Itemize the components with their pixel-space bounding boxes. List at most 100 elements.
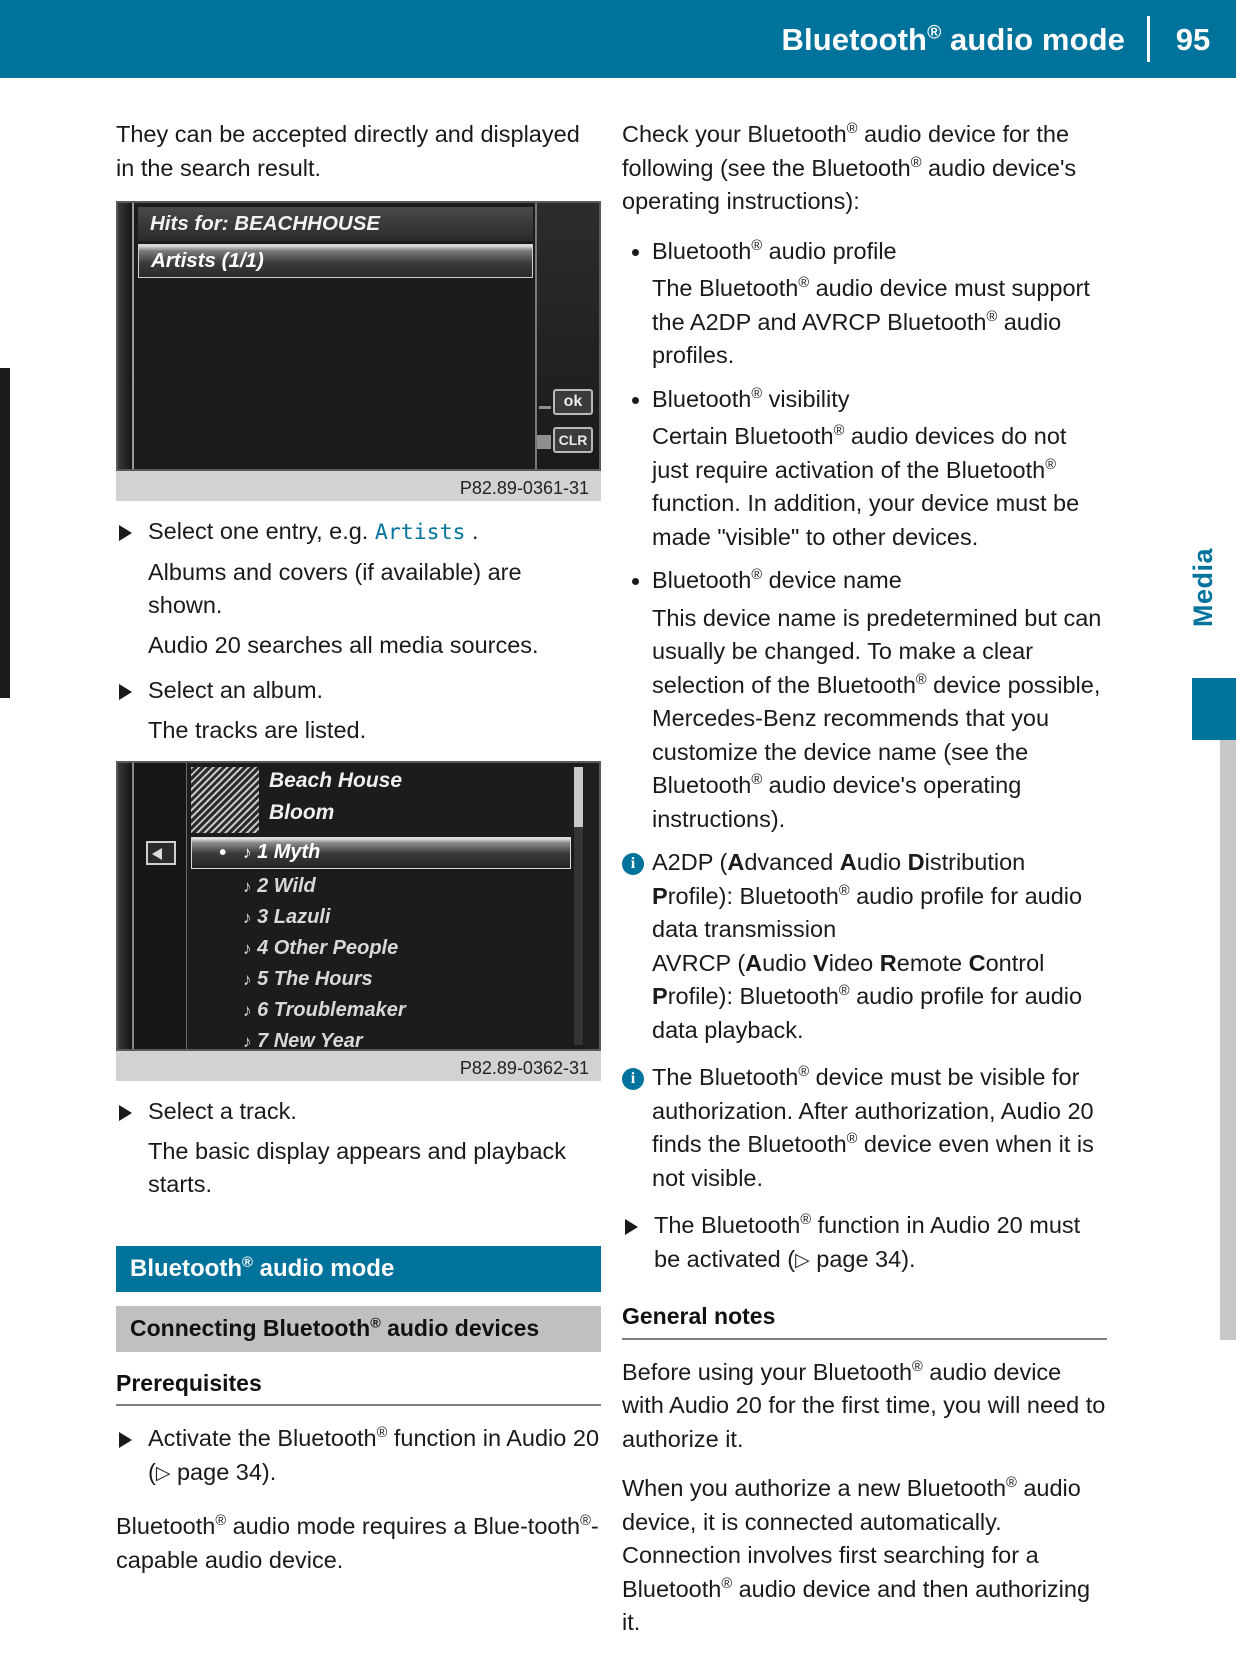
right-intro-paragraph: Check your Bluetooth® audio device for t…: [622, 121, 1077, 214]
knob-upper-icon: [539, 406, 551, 409]
section-heading-bluetooth-audio-mode: Bluetooth® audio mode: [116, 1245, 601, 1293]
closing-paragraph: Bluetooth® audio mode requires a Blue-to…: [116, 1513, 599, 1573]
right-column: Check your Bluetooth® audio device for t…: [622, 118, 1107, 1656]
edge-tab-media[interactable]: Media: [1188, 548, 1228, 627]
hits-title-bar: Hits for: BEACHHOUSE: [138, 207, 533, 241]
music-note-icon: ♪: [243, 908, 252, 927]
registered-icon: ®: [927, 22, 942, 44]
figure-track-list: Beach House Bloom • ♪ 1 Myth ♪ 2 Wild ♪ …: [116, 761, 601, 1081]
registered-icon: ®: [800, 1212, 812, 1229]
bullet-dot-icon: [632, 396, 639, 404]
general-notes-paragraph-2: When you authorize a new Bluetooth® audi…: [622, 1475, 1091, 1636]
step-triangle-icon: [119, 525, 132, 541]
album-artist: Beach House: [269, 769, 403, 792]
music-note-icon: ♪: [243, 1001, 252, 1020]
step-select-entry-detail2: Audio 20 searches all media sources.: [148, 631, 539, 658]
bullet-visibility: Bluetooth® visibility: [622, 383, 1107, 417]
step-triangle-icon: [119, 1432, 132, 1449]
bullet-audio-profile-body: The Bluetooth® audio device must support…: [652, 275, 1090, 368]
registered-icon: ®: [751, 385, 763, 402]
music-note-icon: ♪: [243, 970, 252, 989]
registered-icon: ®: [912, 1358, 923, 1375]
step-select-track: Select a track.: [116, 1095, 601, 1129]
screenshot-tracks: Beach House Bloom • ♪ 1 Myth ♪ 2 Wild ♪ …: [116, 761, 601, 1051]
heading-rule: [622, 1337, 1107, 1340]
track-item-7[interactable]: ♪ 7 New Year: [243, 1030, 363, 1051]
back-icon[interactable]: [146, 841, 176, 865]
registered-icon: ®: [838, 882, 850, 899]
step-triangle-icon: [119, 1105, 132, 1121]
track-item-2[interactable]: ♪ 2 Wild: [243, 875, 316, 898]
registered-icon: ®: [910, 154, 922, 171]
music-note-icon: ♪: [243, 877, 252, 896]
bullet-visibility-body: Certain Bluetooth® audio devices do not …: [652, 423, 1080, 550]
left-edge-marker: [0, 368, 10, 698]
registered-icon: ®: [846, 1131, 858, 1148]
bullet-dot-icon: [632, 578, 639, 585]
step-select-entry: Select one entry, e.g. Artists .: [116, 515, 601, 550]
registered-icon: ®: [580, 1513, 591, 1530]
bullet-audio-profile: Bluetooth® audio profile: [622, 235, 1107, 269]
clr-button[interactable]: CLR: [553, 427, 593, 453]
scrollbar-track[interactable]: [574, 827, 583, 1045]
ui-reference-artists[interactable]: Artists: [375, 520, 466, 545]
screen-icon-column: [132, 763, 186, 1049]
step-triangle-icon: [625, 1219, 638, 1235]
track-item-5[interactable]: ♪ 5 The Hours: [243, 968, 373, 991]
registered-icon: ®: [986, 308, 998, 325]
edge-tab-marker: [1192, 678, 1236, 740]
screen-side-keys: ok CLR: [535, 203, 599, 469]
registered-icon: ®: [370, 1315, 381, 1332]
track-list-panel: Beach House Bloom • ♪ 1 Myth ♪ 2 Wild ♪ …: [186, 763, 585, 1049]
screen-left-bezel: [118, 763, 132, 1049]
registered-icon: ®: [751, 772, 763, 789]
step-bluetooth-activated: The Bluetooth® function in Audio 20 must…: [622, 1209, 1107, 1277]
general-notes-paragraph-1: Before using your Bluetooth® audio devic…: [622, 1358, 1106, 1452]
registered-icon: ®: [241, 1254, 253, 1271]
music-note-icon: ♪: [243, 1032, 252, 1051]
scrollbar-thumb[interactable]: [574, 767, 583, 827]
page-number: 95: [1175, 21, 1211, 57]
intro-paragraph: They can be accepted directly and displa…: [116, 121, 580, 181]
track-item-1[interactable]: ♪ 1 Myth: [243, 841, 320, 864]
header-title: Bluetooth® audio mode: [781, 21, 1125, 57]
left-column: They can be accepted directly and displa…: [116, 118, 601, 1593]
figure2-caption: P82.89-0362-31: [116, 1051, 601, 1081]
bullet-device-name: Bluetooth® device name: [622, 564, 1107, 598]
music-note-icon: ♪: [243, 939, 252, 958]
step-select-track-detail: The basic display appears and playback s…: [148, 1137, 567, 1198]
screen-left-bezel: [118, 203, 132, 469]
track-selected-marker: •: [219, 842, 227, 864]
figure1-caption: P82.89-0361-31: [116, 471, 601, 501]
music-note-icon: ♪: [243, 843, 252, 862]
track-item-4[interactable]: ♪ 4 Other People: [243, 937, 398, 960]
hits-selected-row[interactable]: Artists (1/1): [138, 244, 533, 278]
step-select-album: Select an album.: [116, 674, 601, 708]
subsection-heading-connecting-devices: Connecting Bluetooth® audio devices: [116, 1306, 601, 1352]
track-item-3[interactable]: ♪ 3 Lazuli: [243, 906, 330, 929]
track-item-6[interactable]: ♪ 6 Troublemaker: [243, 999, 406, 1022]
registered-icon: ®: [1045, 456, 1056, 473]
registered-icon: ®: [833, 423, 845, 440]
album-cover-art: [191, 767, 259, 833]
info-icon: i: [622, 853, 644, 875]
registered-icon: ®: [798, 1064, 810, 1081]
page-reference-icon: ▷: [795, 1249, 810, 1271]
heading-prerequisites: Prerequisites: [116, 1369, 262, 1396]
step-activate-bluetooth: Activate the Bluetooth® function in Audi…: [116, 1422, 601, 1490]
registered-icon: ®: [751, 567, 763, 584]
knob-lower-icon: [537, 435, 551, 449]
page-header: Bluetooth® audio mode 95: [0, 0, 1236, 78]
ok-button[interactable]: ok: [553, 389, 593, 415]
registered-icon: ®: [915, 671, 927, 688]
registered-icon: ®: [1006, 1475, 1017, 1492]
figure-search-results: Hits for: BEACHHOUSE Artists (1/1) ok CL…: [116, 201, 601, 501]
step-select-entry-detail: Albums and covers (if available) are sho…: [148, 558, 522, 619]
page-reference-icon: ▷: [155, 1462, 171, 1484]
registered-icon: ®: [721, 1575, 733, 1592]
screen-main-panel: Hits for: BEACHHOUSE Artists (1/1): [132, 203, 537, 469]
screenshot-hits: Hits for: BEACHHOUSE Artists (1/1) ok CL…: [116, 201, 601, 471]
heading-rule: [116, 1404, 601, 1407]
registered-icon: ®: [846, 121, 858, 138]
registered-icon: ®: [751, 237, 763, 254]
